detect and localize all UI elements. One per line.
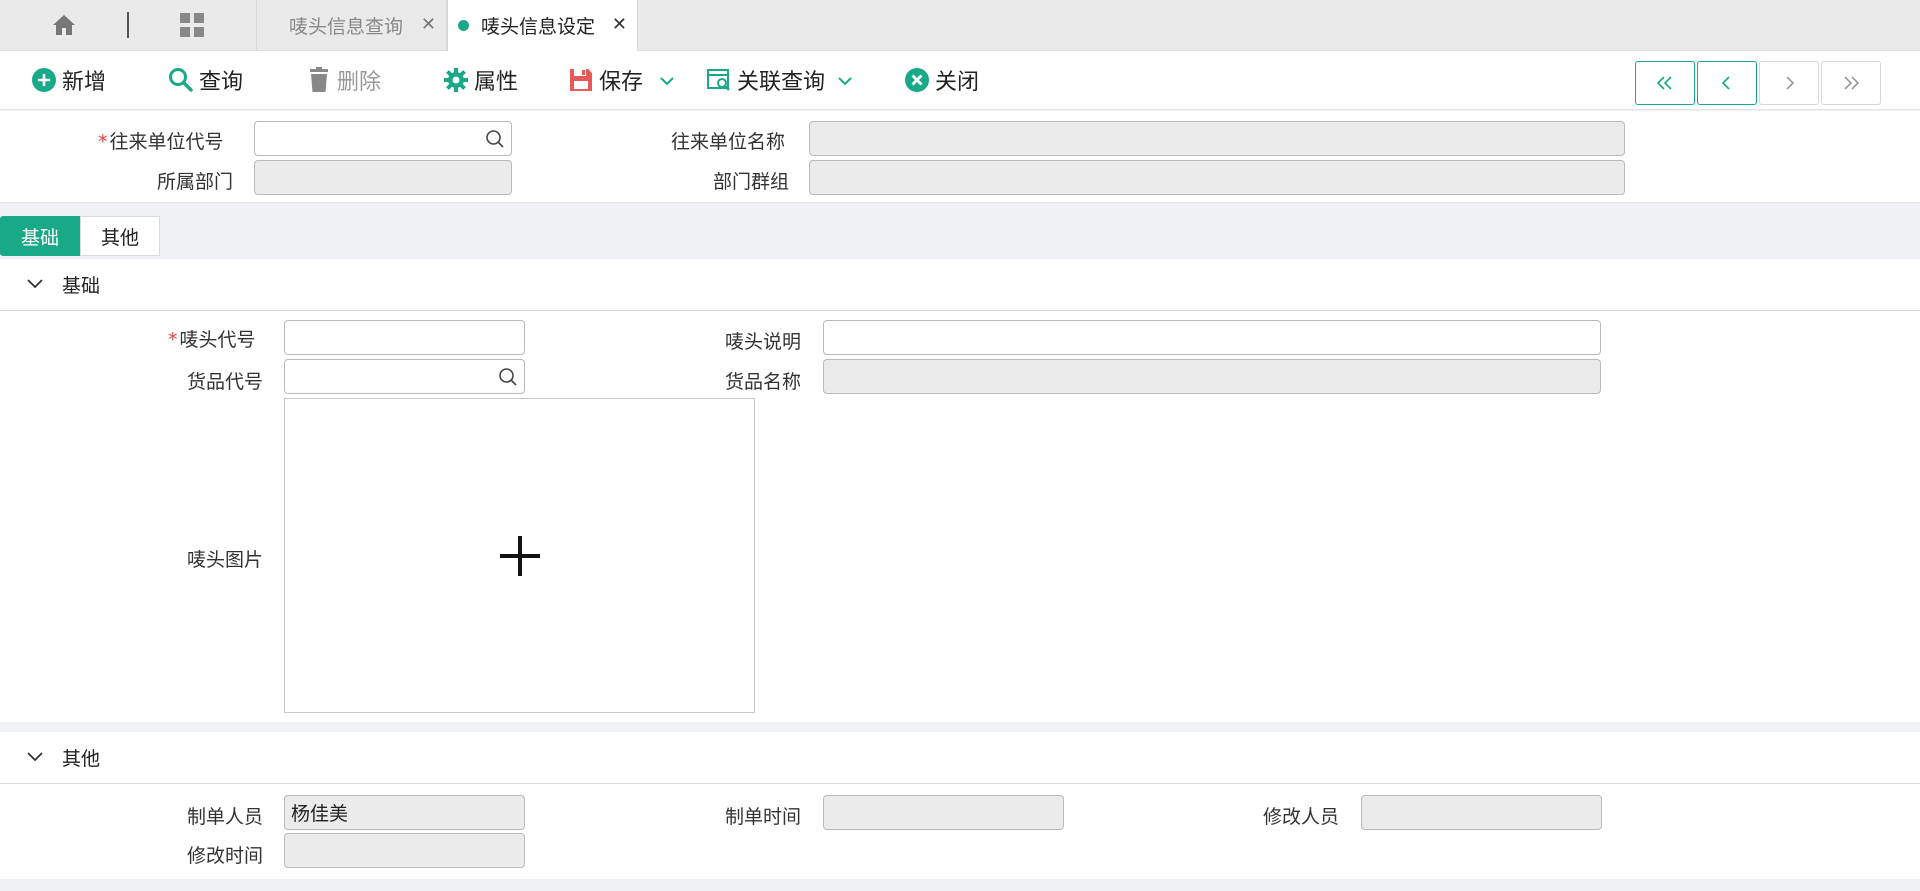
last-record-button[interactable] (1821, 61, 1881, 105)
required-marker: * (168, 329, 178, 351)
related-query-button[interactable]: 关联查询 (705, 63, 853, 97)
basic-section-header[interactable]: 基础 (0, 259, 1920, 311)
chevron-left-icon (1721, 76, 1730, 90)
chevron-right-icon (1786, 76, 1795, 90)
mark-image-upload[interactable] (284, 398, 755, 713)
modify-time-field (284, 833, 525, 868)
query-button[interactable]: 查询 (167, 63, 243, 97)
create-time-field (823, 795, 1064, 830)
delete-button[interactable]: 删除 (305, 63, 381, 97)
gear-icon (442, 66, 470, 94)
trash-icon (305, 66, 333, 94)
department-label: 所属部门 (157, 171, 234, 193)
search-icon (167, 66, 195, 94)
toolbar: 新增 查询 删除 属性 保存 关联查询 关闭 (0, 51, 1920, 110)
search-icon[interactable] (485, 129, 505, 154)
close-tab-icon[interactable]: ✕ (421, 14, 436, 35)
partner-code-input[interactable] (254, 121, 512, 156)
chevron-down-icon[interactable] (26, 748, 44, 767)
goods-name-field (823, 359, 1601, 394)
tab-bar-divider (127, 12, 129, 38)
tab-basic[interactable]: 基础 (0, 216, 80, 256)
window-search-icon (705, 66, 733, 94)
chevron-down-icon[interactable] (26, 275, 44, 294)
mark-desc-input[interactable] (823, 320, 1601, 355)
dept-group-field (809, 160, 1625, 195)
chevron-down-icon[interactable] (837, 68, 853, 93)
modify-time-label: 修改时间 (187, 845, 264, 867)
tab-label: 唛头信息设定 (481, 16, 596, 38)
mark-code-input[interactable] (284, 320, 525, 355)
next-record-button[interactable] (1759, 61, 1819, 105)
basic-section: 基础 * 唛头代号 唛头说明 货品代号 货品名称 唛头图片 (0, 259, 1920, 722)
goods-code-input[interactable] (284, 359, 525, 394)
dept-group-label: 部门群组 (713, 171, 790, 193)
tab-mark-info-settings[interactable]: 唛头信息设定 ✕ (447, 0, 638, 51)
header-form: * 往来单位代号 往来单位名称 所属部门 部门群组 (0, 111, 1920, 203)
add-button[interactable]: 新增 (30, 63, 106, 97)
other-section-header[interactable]: 其他 (0, 732, 1920, 784)
grid-menu-icon[interactable] (177, 10, 207, 40)
partner-name-label: 往来单位名称 (671, 131, 786, 153)
active-dot-icon (458, 20, 469, 31)
mark-image-label: 唛头图片 (187, 549, 264, 571)
tab-other[interactable]: 其他 (80, 216, 160, 256)
section-title: 基础 (62, 275, 101, 297)
double-chevron-left-icon (1656, 76, 1672, 90)
close-tab-icon[interactable]: ✕ (612, 14, 627, 35)
modifier-field (1361, 795, 1602, 830)
required-marker: * (98, 131, 108, 153)
modifier-label: 修改人员 (1263, 806, 1340, 828)
creator-field: 杨佳美 (284, 795, 525, 830)
partner-code-label: * 往来单位代号 (98, 131, 224, 153)
previous-record-button[interactable] (1697, 61, 1757, 105)
mark-code-label: * 唛头代号 (168, 329, 256, 351)
close-button[interactable]: 关闭 (903, 63, 979, 97)
create-time-label: 制单时间 (725, 806, 802, 828)
tab-bar: 唛头信息查询 ✕ 唛头信息设定 ✕ (0, 0, 1920, 51)
double-chevron-right-icon (1844, 76, 1860, 90)
creator-label: 制单人员 (187, 806, 264, 828)
plus-icon (499, 535, 540, 576)
goods-name-label: 货品名称 (725, 371, 802, 393)
partner-name-field (809, 121, 1625, 156)
home-icon[interactable] (49, 10, 79, 40)
mark-desc-label: 唛头说明 (725, 331, 802, 353)
other-section: 其他 制单人员 杨佳美 制单时间 修改人员 修改时间 (0, 732, 1920, 879)
tab-label: 唛头信息查询 (289, 16, 404, 38)
first-record-button[interactable] (1635, 61, 1695, 105)
save-button[interactable]: 保存 (567, 63, 675, 97)
chevron-down-icon[interactable] (659, 68, 675, 93)
close-circle-icon (903, 66, 931, 94)
properties-button[interactable]: 属性 (442, 63, 518, 97)
section-title: 其他 (62, 748, 101, 770)
department-field (254, 160, 512, 195)
goods-code-label: 货品代号 (187, 371, 264, 393)
section-tabs: 基础 其他 (0, 216, 160, 256)
save-disk-icon (567, 66, 595, 94)
plus-circle-icon (30, 66, 58, 94)
tab-mark-info-query[interactable]: 唛头信息查询 ✕ (256, 0, 447, 51)
search-icon[interactable] (498, 367, 518, 392)
